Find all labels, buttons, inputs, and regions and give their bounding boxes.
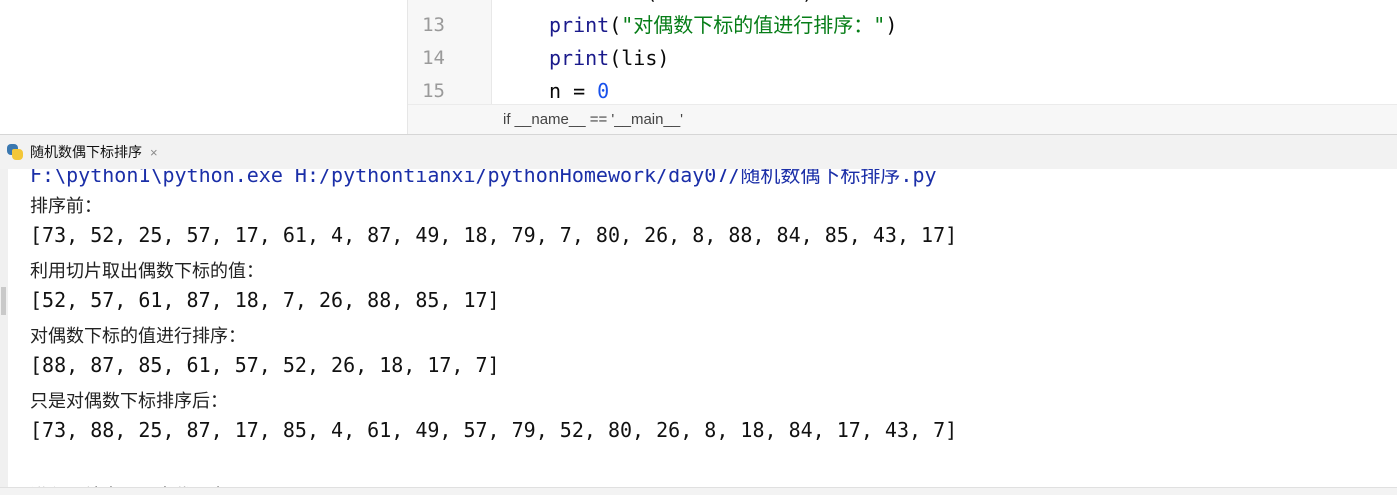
paren-close: ) [657,46,670,70]
run-tab[interactable]: 随机数偶下标排序 × [0,135,164,169]
console-output-line: [73, 88, 25, 87, 17, 85, 4, 61, 49, 57, … [30,418,958,442]
console-output-line: [88, 87, 85, 61, 57, 52, 26, 18, 17, 7] [30,353,500,377]
console-output-line: [52, 57, 61, 87, 18, 7, 26, 88, 85, 17] [30,288,500,312]
code-text: lis.sort(reverse=True) [549,0,814,9]
code-text: print(lis) [549,42,669,75]
breadcrumb-item[interactable]: if __name__ == '__main__' [503,111,683,128]
console-output-line: 利用切片取出偶数下标的值： [30,261,264,282]
string-literal: "对偶数下标的值进行排序：" [621,13,886,37]
run-console[interactable]: F:\python1\python.exe H:/pythontianxi/py… [0,169,1397,494]
function-name: print [549,46,610,70]
console-output-line: 只是对偶数下标排序后： [30,391,228,412]
line-number: 13 [422,14,445,36]
run-tab-label: 随机数偶下标排序 [30,144,142,160]
console-command-line: F:\python1\python.exe H:/pythontianxi/py… [30,169,937,187]
function-name: print [549,13,610,37]
breadcrumb[interactable]: if __name__ == '__main__' [408,104,1397,134]
scroll-marker [1,287,6,315]
code-line-14[interactable]: 14 print(lis) [408,42,1397,75]
run-tool-window-tabbar: 随机数偶下标排序 × [0,134,1397,170]
code-editor[interactable]: lis.sort(reverse=True) 13 print("对偶数下标的值… [407,0,1397,134]
code-line-13[interactable]: 13 print("对偶数下标的值进行排序：") [408,9,1397,42]
argument: lis [621,46,658,70]
paren-close: ) [885,13,898,37]
python-icon [6,143,24,161]
assign-operator: = [561,79,598,103]
console-left-edge [0,169,8,494]
paren-open: ( [609,46,622,70]
paren-open: ( [609,13,622,37]
line-number: 14 [422,47,445,69]
editor-left-blank [0,0,406,134]
close-icon[interactable]: × [150,145,158,160]
number-literal: 0 [597,79,610,103]
code-text: print("对偶数下标的值进行排序：") [549,9,897,42]
console-output-line: 对偶数下标的值进行排序： [30,326,246,347]
console-output-line: [73, 52, 25, 57, 17, 61, 4, 87, 49, 18, … [30,223,958,247]
code-line-partial[interactable]: lis.sort(reverse=True) [408,0,1397,9]
console-output-line: 排序前： [30,196,102,217]
variable-name: n [549,79,562,103]
